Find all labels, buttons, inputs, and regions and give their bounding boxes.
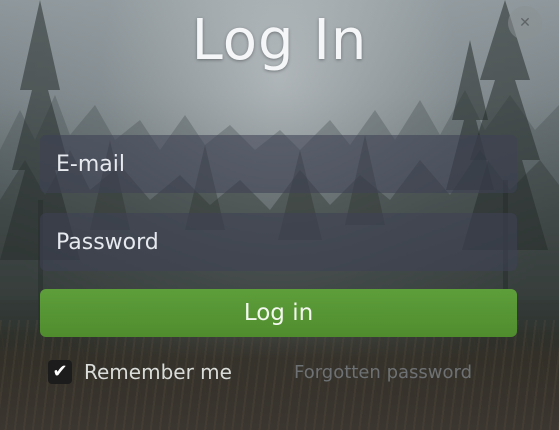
remember-me-checkbox[interactable]: ✔ Remember me xyxy=(48,358,232,386)
email-field[interactable] xyxy=(40,135,517,193)
login-button[interactable]: Log in xyxy=(40,289,517,337)
page-title: Log In xyxy=(191,8,368,73)
login-panel: ✕ Log In Log in ✔ Remember me Forgotten … xyxy=(0,0,559,430)
forgotten-password-link[interactable]: Forgotten password xyxy=(294,362,472,383)
password-field[interactable] xyxy=(40,213,517,271)
remember-me-label: Remember me xyxy=(84,360,232,384)
checkmark-icon[interactable]: ✔ xyxy=(48,360,72,384)
